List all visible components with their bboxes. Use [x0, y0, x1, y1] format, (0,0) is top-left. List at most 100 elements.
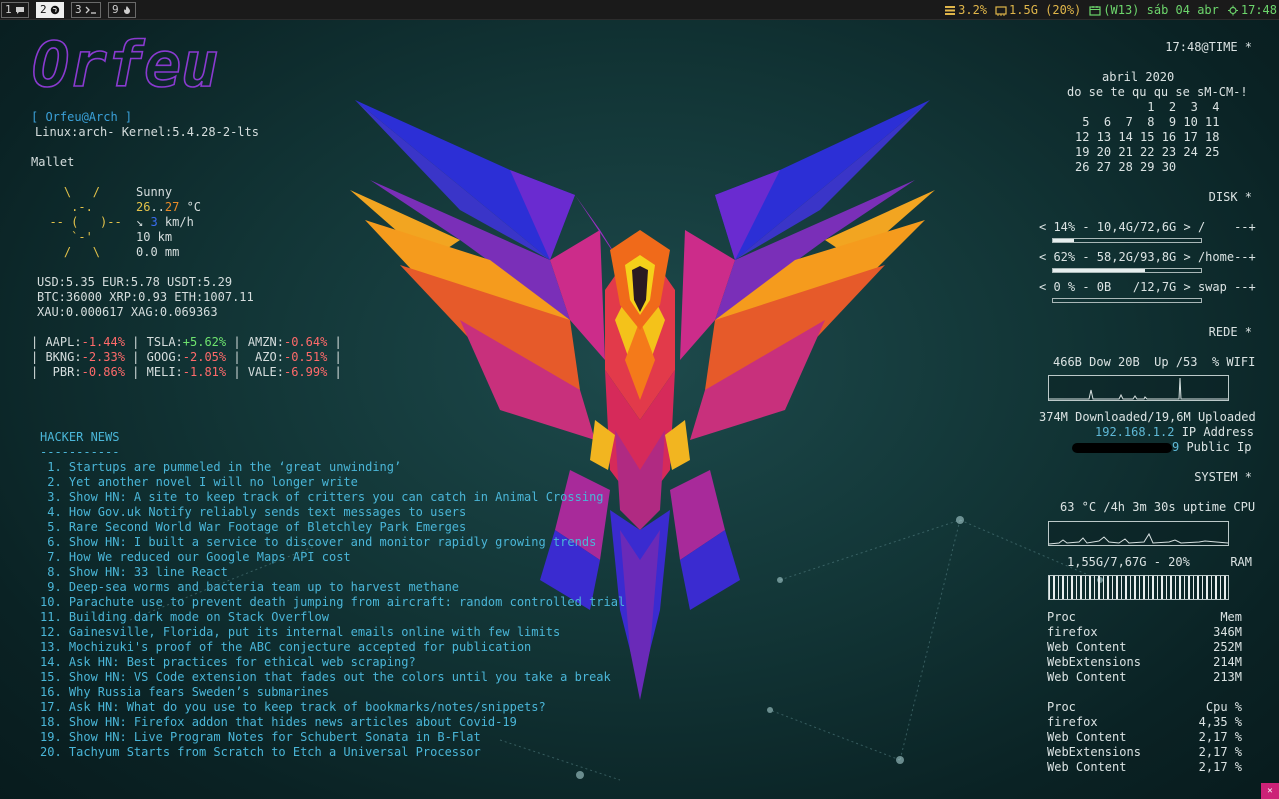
memory-indicator: 1.5G (20%) — [995, 3, 1081, 18]
stock-colon: : — [74, 335, 82, 349]
temp-high: 27 — [164, 200, 180, 214]
stock-separator: | — [327, 335, 350, 349]
stock-separator: | — [31, 335, 46, 349]
workspace-9[interactable]: 9 — [108, 2, 136, 18]
top-bar: 1 2 3 9 3.2% 1.5G (20%) (W13) sáb 04 abr… — [0, 0, 1279, 20]
workspace-3[interactable]: 3 — [71, 2, 101, 18]
terminal-icon — [85, 6, 96, 14]
stock-change: -1.81% — [182, 365, 227, 379]
mem-value-header: Mem — [1220, 610, 1242, 624]
stock-separator: | — [327, 350, 350, 364]
temp-low: 26 — [136, 200, 151, 214]
disk-root-line: < 14% - 10,4G/72,6G > / --+ — [1039, 220, 1256, 234]
ram-label: RAM — [1230, 555, 1252, 569]
stocks-row: | BKNG:-2.33% | GOOG:-2.05% | AZO:-0.51%… — [31, 350, 349, 365]
process-name: Web Content — [1047, 730, 1127, 744]
clock-icon — [1227, 5, 1238, 15]
calendar-week: 12 13 14 15 16 17 18 — [1075, 130, 1220, 144]
hacker-news-item[interactable]: 10. Parachute use to prevent death jumpi… — [40, 595, 625, 610]
stock-change: -6.99% — [283, 365, 328, 379]
calendar-days-header: do se te qu qu se sM-CM-! — [1067, 85, 1248, 99]
corner-notification-icon[interactable]: ✕ — [1261, 783, 1279, 799]
process-name: firefox — [1047, 715, 1098, 729]
hacker-news-item[interactable]: 14. Ask HN: Best practices for ethical w… — [40, 655, 416, 670]
mem-proc-header: Proc — [1047, 610, 1076, 624]
hacker-news-item[interactable]: 3. Show HN: A site to keep track of crit… — [40, 490, 603, 505]
hacker-news-item[interactable]: 13. Mochizuki's proof of the ABC conject… — [40, 640, 531, 655]
wind-direction-icon: ↘ — [136, 215, 144, 229]
stock-symbol: PBR — [45, 365, 75, 379]
process-value: 2,17 % — [1198, 760, 1242, 774]
stock-separator: | — [327, 365, 350, 379]
cpu-value-header: Cpu % — [1205, 700, 1242, 714]
stock-colon: : — [276, 335, 284, 349]
hacker-news-item[interactable]: 7. How We reduced our Google Maps API co… — [40, 550, 350, 565]
hacker-news-title: HACKER NEWS — [40, 430, 120, 444]
hacker-news-item[interactable]: 16. Why Russia fears Sweden’s submarines — [40, 685, 329, 700]
wind-speed: 3 — [150, 215, 158, 229]
hacker-news-item[interactable]: 19. Show HN: Live Program Notes for Schu… — [40, 730, 481, 745]
process-value: 252M — [1213, 640, 1242, 654]
disk-header: DISK * — [1208, 190, 1252, 204]
hacker-news-item[interactable]: 20. Tachyum Starts from Scratch to Etch … — [40, 745, 481, 760]
clock-indicator: 17:48 — [1227, 3, 1277, 18]
system-header: SYSTEM * — [1194, 470, 1252, 484]
sun-art-line: -- ( )-- — [35, 215, 129, 229]
process-name: Web Content — [1047, 670, 1127, 684]
currency-line: XAU:0.000617 XAG:0.069363 — [37, 305, 218, 319]
process-name: firefox — [1047, 625, 1098, 639]
user-host: [ Orfeu@Arch ] — [31, 110, 133, 124]
workspace-2[interactable]: 2 — [36, 2, 64, 18]
calendar-week: 5 6 7 8 9 10 11 — [1075, 115, 1220, 129]
disk-home-line: < 62% - 58,2G/93,8G > /home--+ — [1039, 250, 1256, 264]
network-totals: 374M Downloaded/19,6M Uploaded — [1039, 410, 1256, 424]
hacker-news-item[interactable]: 15. Show HN: VS Code extension that fade… — [40, 670, 611, 685]
stock-change: -2.33% — [81, 350, 125, 364]
hacker-news-item[interactable]: 5. Rare Second World War Footage of Blet… — [40, 520, 466, 535]
stock-separator: | — [31, 350, 46, 364]
hacker-news-item[interactable]: 11. Building dark mode on Stack Overflow — [40, 610, 329, 625]
cpu-icon — [945, 5, 956, 15]
redacted-ip-mask — [1072, 442, 1172, 453]
ram-usage-line: 1,55G/7,67G - 20% — [1067, 555, 1190, 569]
hacker-news-item[interactable]: 17. Ask HN: What do you use to keep trac… — [40, 700, 546, 715]
stock-change: -1.44% — [81, 335, 125, 349]
process-value: 346M — [1213, 625, 1242, 639]
stock-symbol: AAPL — [45, 335, 75, 349]
hacker-news-item[interactable]: 8. Show HN: 33 line React — [40, 565, 228, 580]
chat-icon — [15, 7, 24, 14]
stock-change: -0.51% — [283, 350, 328, 364]
weather-location: Mallet — [31, 155, 75, 169]
memory-value: 1.5G (20%) — [1009, 2, 1082, 17]
cpu-info-line: 63 °C /4h 3m 30s uptime CPU — [1060, 500, 1256, 514]
stock-colon: : — [175, 335, 183, 349]
hacker-news-item[interactable]: 4. How Gov.uk Notify reliably sends text… — [40, 505, 466, 520]
weather-wind: ↘ 3 km/h — [136, 215, 194, 230]
stock-separator: | — [226, 335, 248, 349]
disk-root-bar — [1052, 238, 1202, 243]
hacker-news-item[interactable]: 12. Gainesville, Florida, put its intern… — [40, 625, 560, 640]
stock-change: -0.64% — [283, 335, 328, 349]
stock-symbol: AMZN — [247, 335, 277, 349]
stock-symbol: MELI — [146, 365, 176, 379]
stock-colon: : — [276, 350, 284, 364]
process-name: WebExtensions — [1047, 655, 1141, 669]
workspace-1[interactable]: 1 — [1, 2, 29, 18]
cpu-indicator: 3.2% — [944, 3, 987, 18]
stock-symbol: TSLA — [146, 335, 176, 349]
cpu-graph — [1048, 521, 1229, 546]
workspace-number: 1 — [5, 3, 12, 16]
sun-art-line: \ / — [35, 185, 129, 199]
hacker-news-item[interactable]: 2. Yet another novel I will no longer wr… — [40, 475, 358, 490]
currency-line: BTC:36000 XRP:0.93 ETH:1007.11 — [37, 290, 254, 304]
local-ip-label: IP Address — [1174, 425, 1254, 439]
stocks-row: | AAPL:-1.44% | TSLA:+5.62% | AMZN:-0.64… — [31, 335, 349, 350]
hacker-news-item[interactable]: 9. Deep-sea worms and bacteria team up t… — [40, 580, 459, 595]
hacker-news-item[interactable]: 18. Show HN: Firefox addon that hides ne… — [40, 715, 517, 730]
hacker-news-item[interactable]: 1. Startups are pummeled in the ‘great u… — [40, 460, 401, 475]
stock-colon: : — [175, 365, 183, 379]
hacker-news-item[interactable]: 6. Show HN: I built a service to discove… — [40, 535, 596, 550]
globe-icon — [50, 5, 59, 15]
stock-colon: : — [74, 365, 82, 379]
network-header: REDE * — [1208, 325, 1252, 339]
